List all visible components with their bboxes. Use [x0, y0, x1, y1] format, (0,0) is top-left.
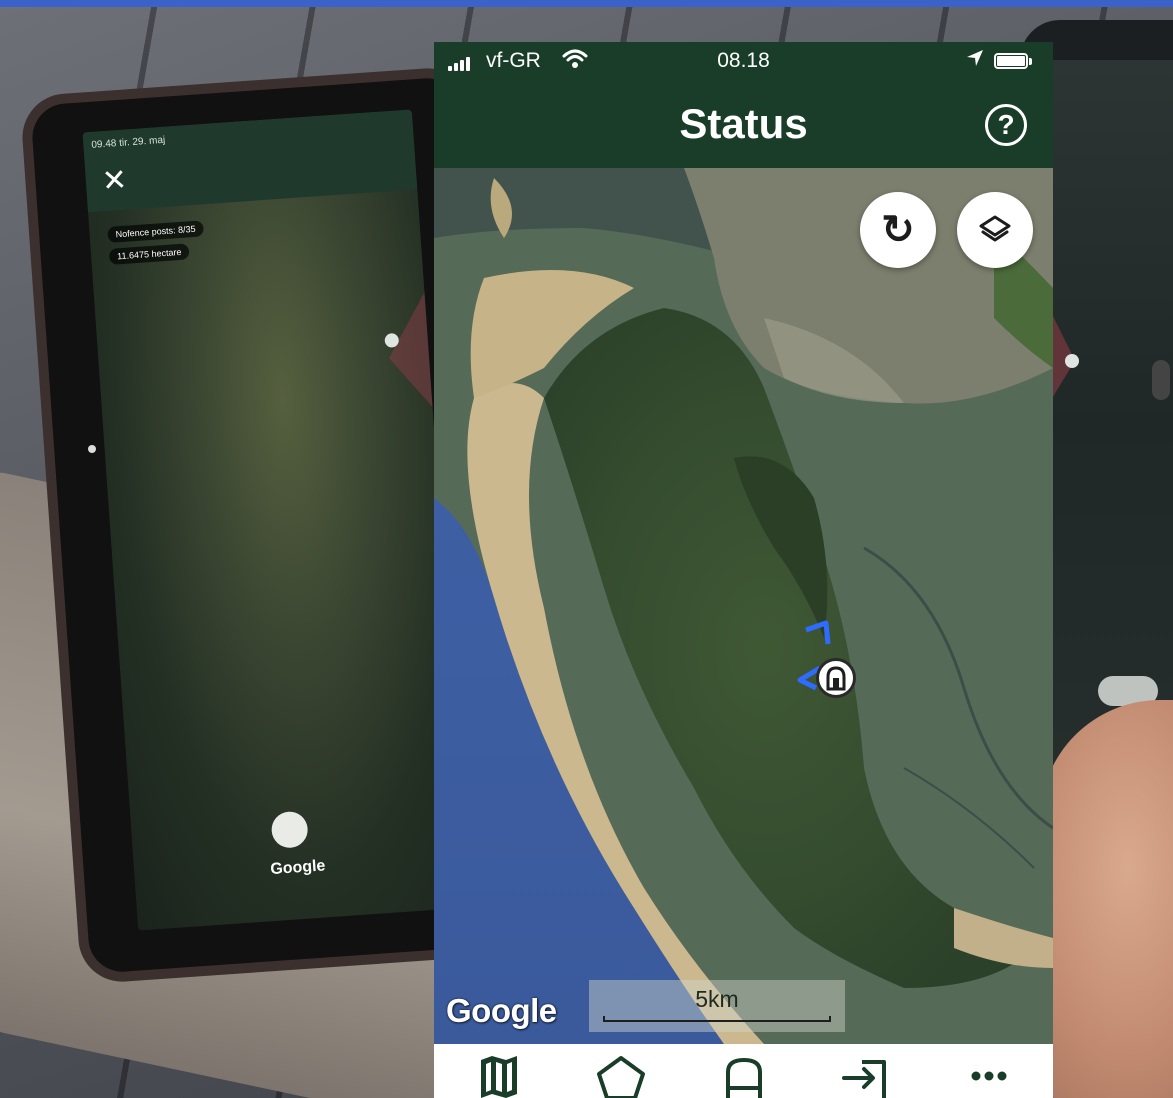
page-title: Status — [679, 100, 808, 147]
bottom-tab-bar — [434, 1044, 1053, 1098]
background-tablet-right-button — [1152, 360, 1170, 400]
scale-label: 5km — [695, 986, 739, 1012]
tab-polygon[interactable] — [591, 1054, 651, 1098]
background-hand — [1040, 700, 1173, 1098]
tab-import[interactable] — [836, 1054, 896, 1098]
tab-more[interactable] — [959, 1054, 1019, 1098]
background-tablet-google-logo: Google — [269, 857, 326, 879]
pentagon-icon — [597, 1056, 645, 1098]
status-bar: vf-GR 08.18 — [434, 42, 1053, 82]
top-accent-line — [0, 0, 1173, 7]
layers-icon — [979, 215, 1011, 242]
post-icon — [826, 666, 846, 691]
background-tablet-posts-badge: Nofence posts: 8/35 — [107, 220, 205, 243]
background-tablet-area-badge: 11.6475 hectare — [108, 243, 190, 265]
background-tablet-fab — [270, 810, 309, 849]
app-header: Status ? — [434, 82, 1053, 168]
battery-tip — [1029, 58, 1032, 65]
map-imagery — [434, 168, 1053, 1044]
phone-screen: vf-GR 08.18 Status ? ↻ Google 5km — [434, 42, 1053, 1098]
map-scale: 5km — [589, 980, 845, 1032]
fence-post-icon — [726, 1057, 762, 1098]
background-tablet-camera — [88, 445, 96, 453]
import-icon — [842, 1060, 886, 1098]
battery-icon — [994, 53, 1028, 69]
tab-map[interactable] — [469, 1054, 529, 1098]
background-tablet-screen: 09.48 tir. 29. maj ✕ Nofence posts: 8/35… — [82, 109, 468, 931]
map-icon — [481, 1056, 517, 1098]
tab-posts[interactable] — [714, 1054, 774, 1098]
status-time: 08.18 — [717, 49, 770, 72]
scale-bar — [603, 1016, 831, 1022]
background-tablet-right-vertex-dot — [1065, 354, 1079, 368]
google-logo: Google — [446, 992, 557, 1029]
more-icon — [971, 1071, 1007, 1081]
location-arrow-icon — [965, 48, 985, 74]
refresh-button[interactable]: ↻ — [860, 192, 936, 268]
help-icon[interactable]: ? — [985, 104, 1027, 146]
background-tablet-close-icon: ✕ — [100, 163, 129, 199]
fence-post-marker[interactable] — [816, 658, 856, 698]
satellite-map[interactable]: ↻ Google 5km — [434, 168, 1053, 1044]
layers-button[interactable] — [957, 192, 1033, 268]
